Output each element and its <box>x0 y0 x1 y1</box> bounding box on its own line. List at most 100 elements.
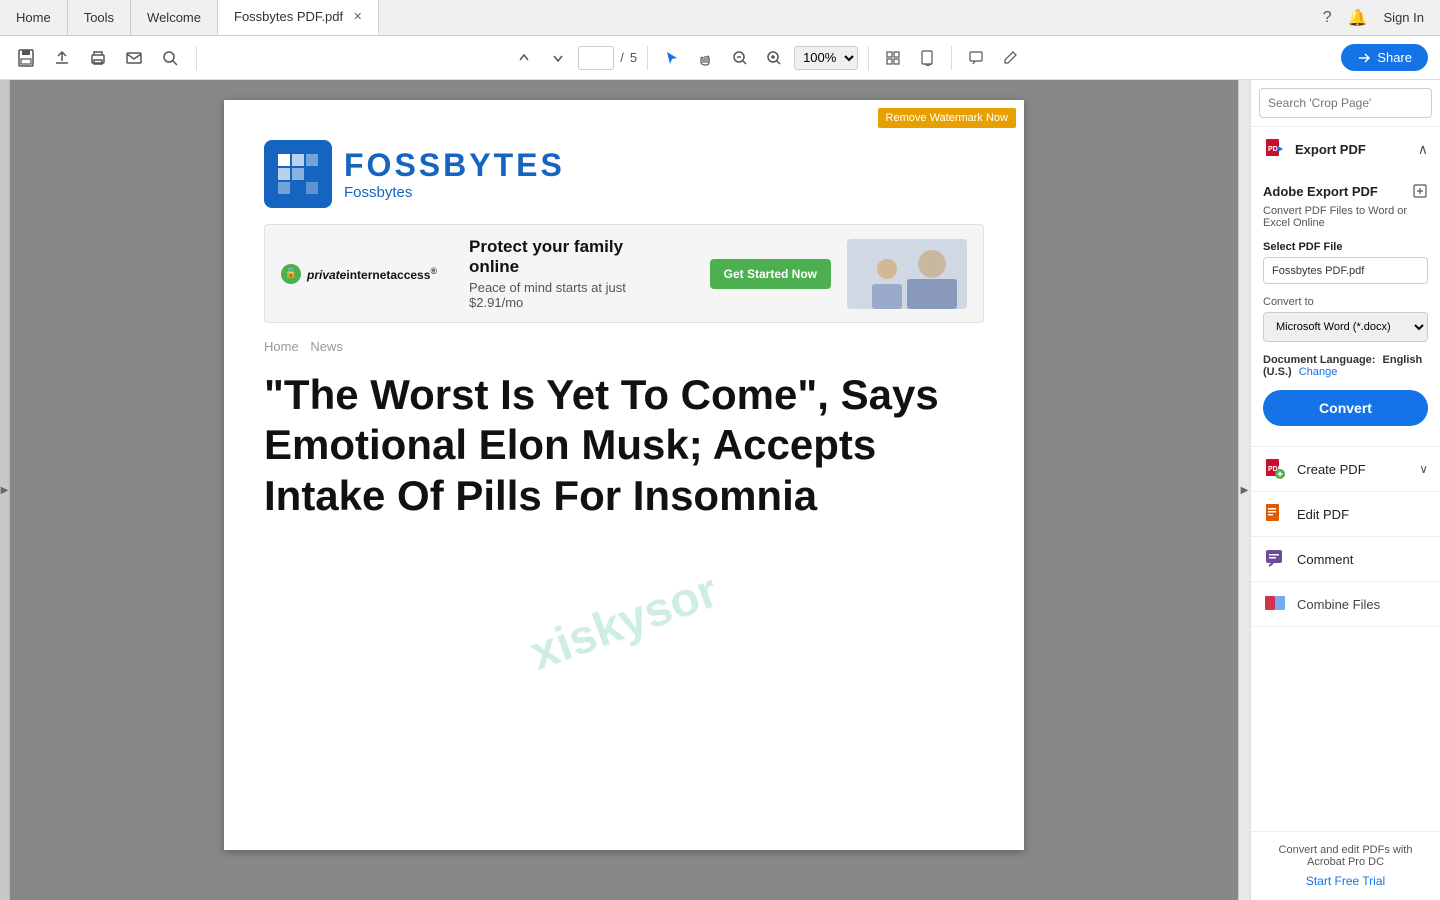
comment-icon[interactable] <box>962 44 990 72</box>
fossbytes-title: FOSSBYTES <box>344 147 565 183</box>
page-number-input[interactable]: 1 <box>578 46 614 70</box>
edit-pdf-label: Edit PDF <box>1297 507 1349 522</box>
page-down-button[interactable] <box>544 44 572 72</box>
toolbar-sep-2 <box>647 46 648 70</box>
cursor-tool[interactable] <box>658 44 686 72</box>
tab-home[interactable]: Home <box>0 0 68 35</box>
help-icon[interactable]: ? <box>1323 9 1332 27</box>
pen-icon[interactable] <box>996 44 1024 72</box>
export-pdf-toggle-icon[interactable]: ∧ <box>1418 141 1428 158</box>
breadcrumb-home[interactable]: Home <box>264 339 299 354</box>
fossbytes-logo: FOSSBYTES Fossbytes <box>264 140 984 208</box>
comment-label: Comment <box>1297 552 1353 567</box>
toolbar-sep-3 <box>868 46 869 70</box>
promo-text: Convert and edit PDFs with Acrobat Pro D… <box>1279 844 1413 868</box>
start-trial-link[interactable]: Start Free Trial <box>1263 874 1428 888</box>
export-pdf-header-left: PDF Export PDF <box>1263 137 1366 161</box>
page-up-button[interactable] <box>510 44 538 72</box>
search-zoom-icon[interactable] <box>156 44 184 72</box>
pia-brand-name: privateinternetaccess® <box>307 266 437 282</box>
total-pages: 5 <box>630 50 637 65</box>
ad-image <box>847 239 967 309</box>
adobe-export-desc: Convert PDF Files to Word or Excel Onlin… <box>1263 205 1428 229</box>
breadcrumb-news[interactable]: News <box>310 339 343 354</box>
share-label: Share <box>1377 50 1412 65</box>
tab-tools-label: Tools <box>84 10 114 25</box>
combine-files-label: Combine Files <box>1297 597 1380 612</box>
tab-tools[interactable]: Tools <box>68 0 131 35</box>
tab-close-icon[interactable]: ✕ <box>353 10 362 23</box>
convert-to-label: Convert to <box>1263 296 1428 308</box>
email-icon[interactable] <box>120 44 148 72</box>
create-pdf-icon: PDF <box>1263 457 1287 481</box>
edit-pdf-icon <box>1263 502 1287 526</box>
page-watermark: xiskysor <box>523 563 725 681</box>
article-title: "The Worst Is Yet To Come", Says Emotion… <box>264 370 984 521</box>
combine-files-item[interactable]: Combine Files <box>1251 582 1440 627</box>
comment-item[interactable]: Comment <box>1251 537 1440 582</box>
crop-page-search[interactable] <box>1259 88 1432 118</box>
file-input-row: ✕ <box>1263 257 1428 284</box>
select-tool[interactable] <box>879 44 907 72</box>
fossbytes-logo-icon <box>264 140 332 208</box>
save-icon[interactable] <box>12 44 40 72</box>
zoom-level-select[interactable]: 100% 75% 150% 200% <box>794 46 858 70</box>
change-language-link[interactable]: Change <box>1299 366 1338 378</box>
export-pdf-title: Export PDF <box>1295 142 1366 157</box>
tab-welcome[interactable]: Welcome <box>131 0 218 35</box>
notification-icon[interactable]: 🔔 <box>1348 8 1368 28</box>
filename-input[interactable] <box>1264 260 1422 282</box>
doc-lang-label: Document Language: <box>1263 354 1375 366</box>
tab-bar-right: ? 🔔 Sign In <box>1323 8 1440 28</box>
export-pdf-section: PDF Export PDF ∧ Adobe Export PDF Conver… <box>1251 127 1440 447</box>
select-pdf-label: Select PDF File <box>1263 241 1428 253</box>
document-language: Document Language: English (U.S.) Change <box>1263 354 1428 378</box>
fossbytes-brand: FOSSBYTES Fossbytes <box>344 147 565 201</box>
pia-tagline: Protect your family online Peace of mind… <box>453 237 694 310</box>
convert-to-select[interactable]: Microsoft Word (*.docx) Microsoft Excel … <box>1263 312 1428 342</box>
bottom-promo: Convert and edit PDFs with Acrobat Pro D… <box>1251 831 1440 900</box>
clear-filename-icon[interactable]: ✕ <box>1422 258 1428 283</box>
hand-tool[interactable] <box>692 44 720 72</box>
zoom-out-button[interactable] <box>726 44 754 72</box>
create-pdf-toggle: ∨ <box>1419 462 1428 476</box>
export-pdf-icon: PDF <box>1263 137 1287 161</box>
create-pdf-label: Create PDF <box>1297 462 1366 477</box>
tab-welcome-label: Welcome <box>147 10 201 25</box>
export-pdf-content: Adobe Export PDF Convert PDF Files to Wo… <box>1251 171 1440 446</box>
toolbar: 1 / 5 100% 75% 150% 200% <box>0 36 1440 80</box>
pdf-page: Remove Watermark Now FOSSBYTES <box>224 100 1024 850</box>
tab-bar: Home Tools Welcome Fossbytes PDF.pdf ✕ ?… <box>0 0 1440 36</box>
combine-files-icon <box>1263 592 1287 616</box>
pia-headline: Protect your family online <box>469 237 678 277</box>
adobe-export-title: Adobe Export PDF <box>1263 183 1428 199</box>
convert-button[interactable]: Convert <box>1263 390 1428 426</box>
right-sidebar-toggle[interactable]: ▶ <box>1238 80 1250 900</box>
pia-logo: 🔒 privateinternetaccess® <box>281 264 437 284</box>
zoom-in-button[interactable] <box>760 44 788 72</box>
export-pdf-header[interactable]: PDF Export PDF ∧ <box>1251 127 1440 171</box>
share-button[interactable]: Share <box>1341 44 1428 71</box>
pia-lock-icon: 🔒 <box>281 264 301 284</box>
search-panel <box>1251 80 1440 127</box>
sign-in-button[interactable]: Sign In <box>1384 10 1424 25</box>
upload-icon[interactable] <box>48 44 76 72</box>
tab-fossbytes-label: Fossbytes PDF.pdf <box>234 9 343 24</box>
pdf-viewer[interactable]: Remove Watermark Now FOSSBYTES <box>10 80 1238 900</box>
fit-page-button[interactable] <box>913 44 941 72</box>
print-icon[interactable] <box>84 44 112 72</box>
fossbytes-link[interactable]: Fossbytes <box>344 184 565 201</box>
create-pdf-item[interactable]: PDF Create PDF ∨ <box>1251 447 1440 492</box>
left-sidebar-toggle[interactable]: ▶ <box>0 80 10 900</box>
pia-get-started-button[interactable]: Get Started Now <box>710 259 831 289</box>
toolbar-sep-1 <box>196 46 197 70</box>
toolbar-sep-4 <box>951 46 952 70</box>
tab-fossbytes[interactable]: Fossbytes PDF.pdf ✕ <box>218 0 379 35</box>
ad-banner: 🔒 privateinternetaccess® Protect your fa… <box>264 224 984 323</box>
toolbar-nav-center: 1 / 5 100% 75% 150% 200% <box>510 44 1024 72</box>
right-collapse-icon: ▶ <box>1241 485 1249 496</box>
watermark-banner[interactable]: Remove Watermark Now <box>878 108 1016 128</box>
edit-pdf-item[interactable]: Edit PDF <box>1251 492 1440 537</box>
main-area: ▶ Remove Watermark Now <box>0 80 1440 900</box>
pia-subline: Peace of mind starts at just $2.91/mo <box>469 280 678 310</box>
